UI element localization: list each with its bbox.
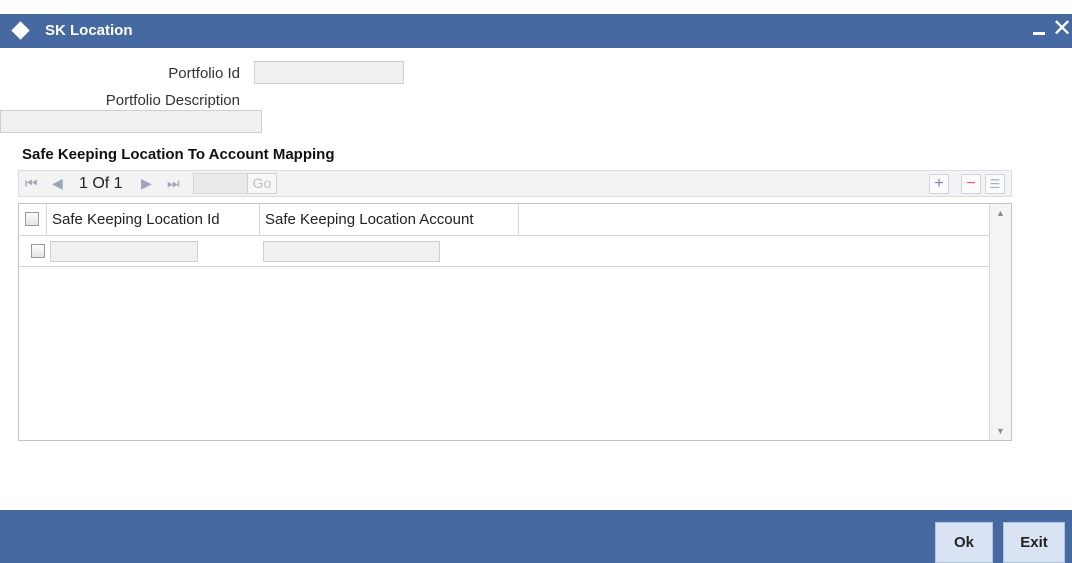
portfolio-id-field[interactable] — [254, 61, 404, 84]
exit-button[interactable]: Exit — [1003, 522, 1065, 563]
window-titlebar: SK Location ✕ — [0, 14, 1072, 48]
grid-header: Safe Keeping Location Id Safe Keeping Lo… — [19, 204, 989, 236]
portfolio-description-label: Portfolio Description — [105, 92, 240, 109]
select-all-checkbox[interactable] — [25, 212, 39, 226]
location-id-input[interactable] — [50, 241, 198, 262]
single-view-icon[interactable]: ☰ — [985, 174, 1005, 194]
delete-row-icon[interactable]: − — [961, 174, 981, 194]
mapping-grid: Safe Keeping Location Id Safe Keeping Lo… — [18, 203, 1012, 441]
scroll-up-icon[interactable]: ▲ — [996, 208, 1005, 218]
ok-button[interactable]: Ok — [935, 522, 993, 563]
column-header-location-account[interactable]: Safe Keeping Location Account — [265, 211, 474, 228]
portfolio-id-label: Portfolio Id — [168, 65, 240, 82]
location-account-input[interactable] — [263, 241, 440, 262]
app-diamond-icon — [11, 21, 30, 40]
section-title: Safe Keeping Location To Account Mapping — [22, 146, 335, 163]
table-row — [19, 236, 989, 267]
go-button[interactable]: Go — [247, 173, 277, 194]
minimize-icon[interactable] — [1033, 32, 1045, 35]
add-row-icon[interactable]: + — [929, 174, 949, 194]
grid-scrollbar[interactable]: ▲ ▼ — [989, 204, 1011, 440]
next-page-icon[interactable]: ▶ — [141, 175, 152, 192]
last-page-icon[interactable]: ⏭ — [167, 175, 180, 192]
grid-toolbar: ⏮ ◀ 1 Of 1 ▶ ⏭ Go + − ☰ — [18, 170, 1012, 197]
column-header-location-id[interactable]: Safe Keeping Location Id — [52, 211, 220, 228]
first-page-icon[interactable]: ⏮ — [25, 175, 38, 192]
footer-bar — [0, 510, 1072, 563]
window-title: SK Location — [45, 22, 133, 39]
pager-text: 1 Of 1 — [79, 175, 123, 192]
scroll-down-icon[interactable]: ▼ — [996, 426, 1005, 436]
previous-page-icon[interactable]: ◀ — [52, 175, 63, 192]
row-checkbox[interactable] — [31, 244, 45, 258]
close-icon[interactable]: ✕ — [1052, 16, 1072, 42]
portfolio-description-field[interactable] — [0, 110, 262, 133]
